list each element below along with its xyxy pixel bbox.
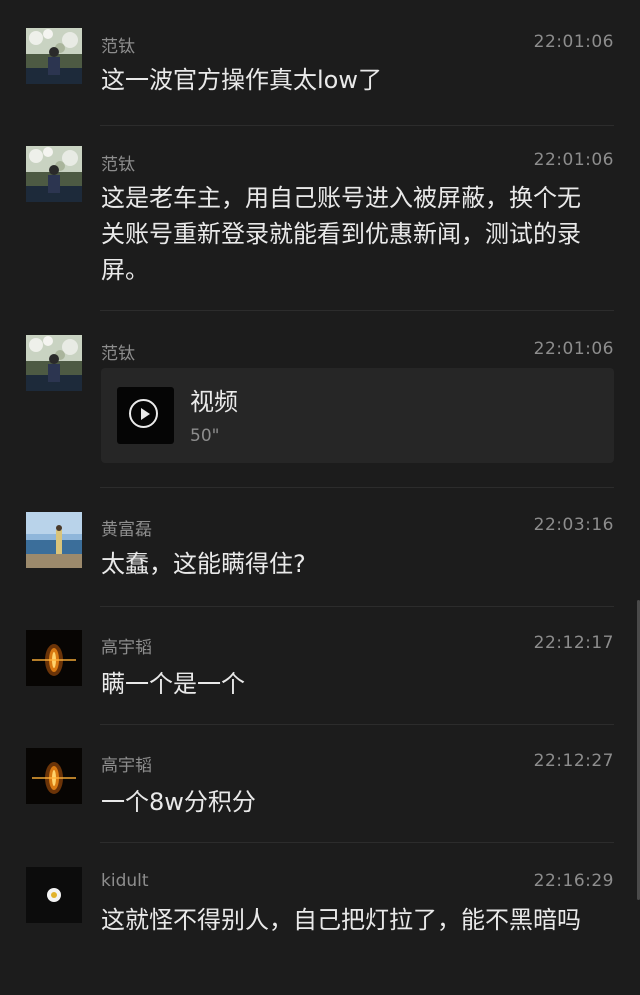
message-time: 22:16:29 — [533, 871, 614, 891]
message-item: 黄富磊 22:03:16 太蠢，这能瞒得住? — [0, 490, 640, 608]
avatar[interactable] — [26, 748, 82, 804]
avatar-photo-flowers-icon — [26, 335, 82, 391]
message-text: 瞒一个是一个 — [101, 670, 245, 698]
divider — [100, 842, 614, 843]
avatar-fire-orb-icon — [26, 748, 82, 804]
video-card[interactable]: 视频 50" — [101, 368, 614, 463]
message-text: 这一波官方操作真太low了 — [101, 66, 382, 94]
video-thumbnail[interactable] — [117, 387, 174, 444]
avatar-fire-orb-icon — [26, 630, 82, 686]
avatar[interactable] — [26, 512, 82, 568]
message-item: 高宇韬 22:12:27 一个8w分积分 — [0, 726, 640, 844]
sender-name[interactable]: 高宇韬 — [101, 751, 152, 776]
sender-name[interactable]: 范钛 — [101, 32, 135, 57]
message-item: 范钛 22:01:06 这是老车主，用自己账号进入被屏蔽，换个无关账号重新登录就… — [0, 135, 640, 315]
avatar[interactable] — [26, 335, 82, 391]
video-duration: 50" — [190, 426, 220, 446]
message-text: 这就怪不得别人，自己把灯拉了，能不黑暗吗 — [101, 906, 581, 934]
avatar-photo-flowers-icon — [26, 28, 82, 84]
divider — [100, 724, 614, 725]
video-title: 视频 — [190, 388, 238, 416]
message-item: 范钛 22:01:06 这一波官方操作真太low了 — [0, 0, 640, 135]
avatar[interactable] — [26, 146, 82, 202]
play-icon — [129, 399, 158, 428]
message-item: kidult 22:16:29 这就怪不得别人，自己把灯拉了，能不黑暗吗 — [0, 844, 640, 995]
divider — [100, 310, 614, 311]
avatar[interactable] — [26, 28, 82, 84]
sender-name[interactable]: 范钛 — [101, 339, 135, 364]
message-item: 范钛 22:01:06 视频 50" — [0, 315, 640, 490]
message-text: 太蠢，这能瞒得住? — [101, 550, 306, 578]
sender-name[interactable]: 高宇韬 — [101, 633, 152, 658]
message-time: 22:01:06 — [533, 339, 614, 359]
divider — [100, 606, 614, 607]
divider — [100, 487, 614, 488]
message-text: 这是老车主，用自己账号进入被屏蔽，换个无关账号重新登录就能看到优惠新闻，测试的录… — [101, 184, 581, 284]
avatar-photo-flowers-icon — [26, 146, 82, 202]
message-time: 22:12:27 — [533, 751, 614, 771]
message-time: 22:01:06 — [533, 32, 614, 52]
sender-name[interactable]: 范钛 — [101, 150, 135, 175]
message-time: 22:01:06 — [533, 150, 614, 170]
sender-name[interactable]: 黄富磊 — [101, 515, 152, 540]
message-time: 22:03:16 — [533, 515, 614, 535]
avatar[interactable] — [26, 630, 82, 686]
avatar[interactable] — [26, 867, 82, 923]
message-text: 一个8w分积分 — [101, 788, 256, 816]
divider — [100, 125, 614, 126]
avatar-daisy-icon — [26, 867, 82, 923]
message-item: 高宇韬 22:12:17 瞒一个是一个 — [0, 608, 640, 726]
message-time: 22:12:17 — [533, 633, 614, 653]
avatar-photo-lake-icon — [26, 512, 82, 568]
sender-name[interactable]: kidult — [101, 871, 149, 891]
